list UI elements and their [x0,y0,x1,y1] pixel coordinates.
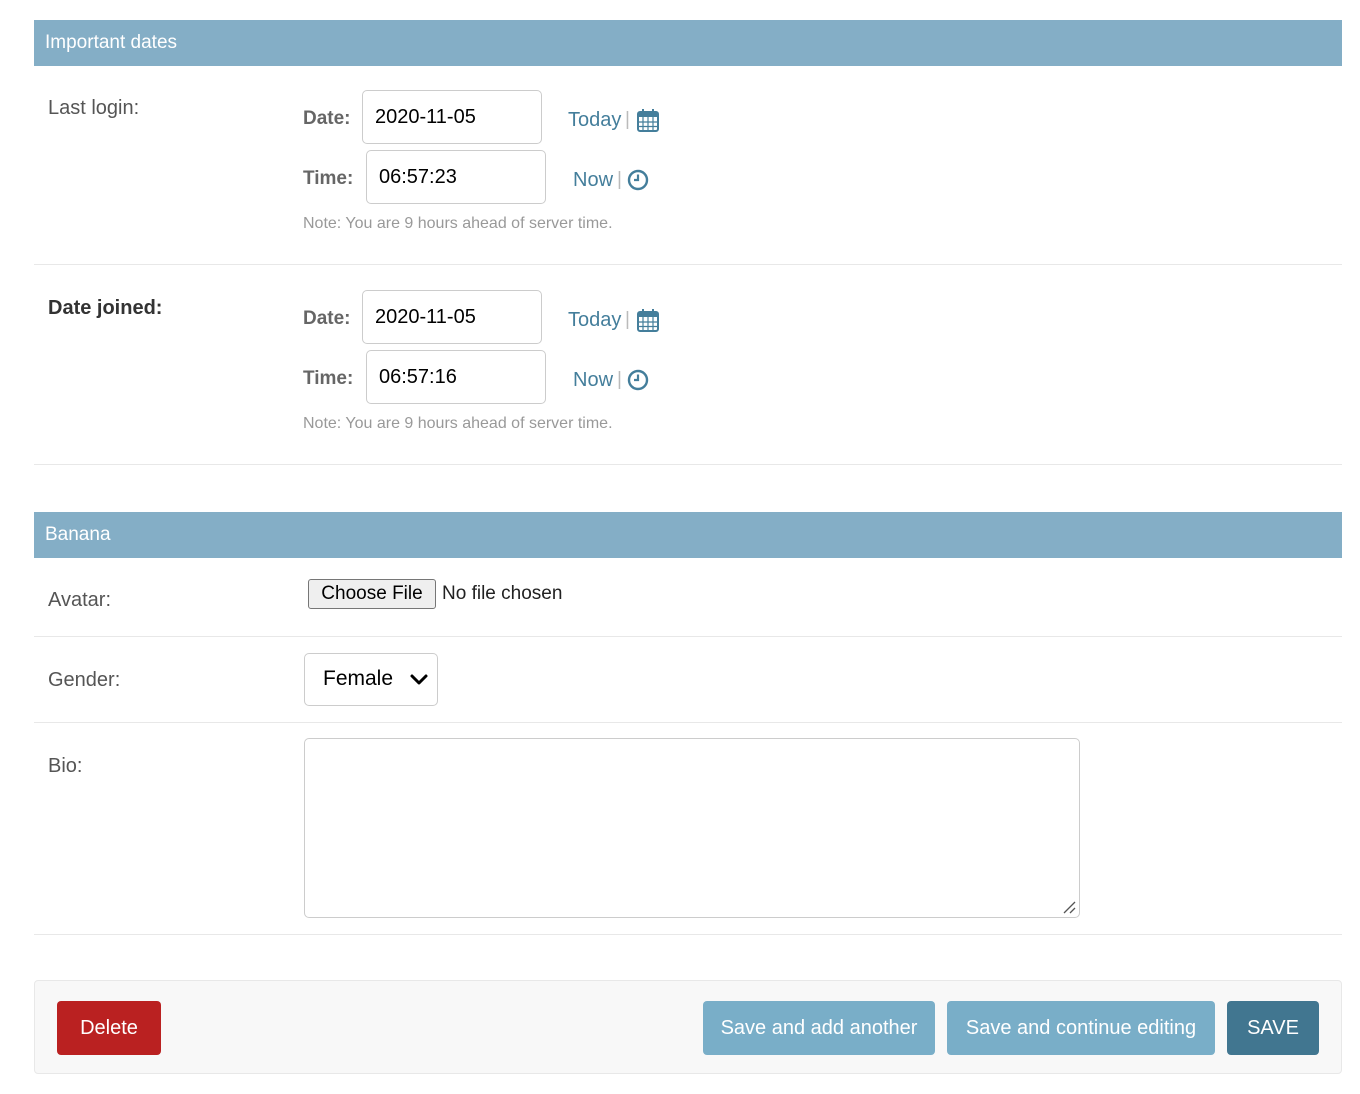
bio-label: Bio: [48,755,83,777]
row-divider [34,722,1342,723]
last-login-now-link[interactable]: Now [573,169,613,192]
resize-grip-icon[interactable] [1060,898,1076,919]
date-joined-now-link[interactable]: Now [573,369,613,392]
clock-icon[interactable] [627,369,649,396]
separator: | [617,369,622,390]
date-joined-date-label: Date: [303,308,351,329]
choose-file-button[interactable]: Choose File [308,579,436,609]
section-title: Important dates [45,32,178,53]
last-login-today-link[interactable]: Today [568,109,621,132]
last-login-label: Last login: [48,97,140,119]
save-button[interactable]: SAVE [1227,1001,1319,1055]
bio-textarea[interactable] [304,738,1080,918]
section-header-important-dates: Important dates [34,20,1342,66]
last-login-timezone-note: Note: You are 9 hours ahead of server ti… [303,215,613,232]
row-divider [34,934,1342,935]
date-joined-date-input[interactable] [362,290,542,344]
row-divider [34,464,1342,465]
date-joined-time-label: Time: [303,368,354,389]
section-header-banana: Banana [34,512,1342,558]
last-login-time-label: Time: [303,168,354,189]
save-and-add-another-button[interactable]: Save and add another [703,1001,935,1055]
clock-icon[interactable] [627,169,649,196]
last-login-time-input[interactable] [366,150,546,204]
section-title: Banana [45,524,111,545]
separator: | [617,169,622,190]
row-divider [34,636,1342,637]
last-login-date-input[interactable] [362,90,542,144]
last-login-date-label: Date: [303,108,351,129]
date-joined-today-link[interactable]: Today [568,309,621,332]
date-joined-time-input[interactable] [366,350,546,404]
gender-label: Gender: [48,669,121,691]
avatar-label: Avatar: [48,589,111,611]
submit-row: Delete Save and add another Save and con… [34,980,1342,1074]
delete-button[interactable]: Delete [57,1001,161,1055]
row-divider [34,264,1342,265]
separator: | [625,309,630,330]
save-and-continue-button[interactable]: Save and continue editing [947,1001,1215,1055]
date-joined-timezone-note: Note: You are 9 hours ahead of server ti… [303,415,613,432]
calendar-icon[interactable] [637,108,659,137]
gender-selected-value: Female [323,667,394,690]
date-joined-label: Date joined: [48,297,163,319]
calendar-icon[interactable] [637,308,659,337]
gender-select[interactable]: Female [304,653,438,706]
separator: | [625,109,630,130]
file-status-text: No file chosen [442,583,563,604]
chevron-down-icon [409,670,429,695]
